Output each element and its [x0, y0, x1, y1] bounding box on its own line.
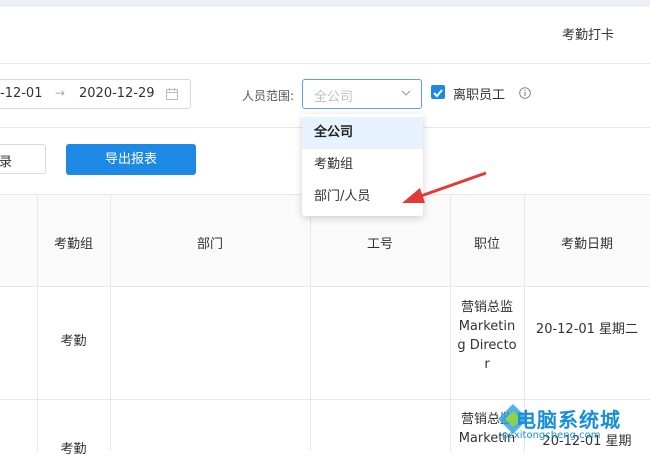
- export-report-button[interactable]: 导出报表: [66, 144, 196, 175]
- top-strip: [0, 0, 650, 7]
- date-end-value[interactable]: 2020-12-29: [79, 86, 155, 101]
- watermark: 电脑系统城 pcxitongcheng.com: [492, 396, 650, 450]
- cell-date: 20-12-01 星期二: [535, 322, 639, 337]
- column-header-id: 工号: [366, 237, 393, 252]
- scope-dropdown-menu: 全公司 考勤组 部门/人员: [302, 114, 423, 216]
- dropdown-option-dept-person[interactable]: 部门/人员: [302, 181, 423, 213]
- record-button[interactable]: 录: [0, 144, 46, 174]
- column-header-date: 考勤日期: [560, 237, 613, 252]
- cell-position: 营销总监 Marketing Director: [457, 300, 517, 372]
- info-icon[interactable]: [519, 87, 531, 99]
- date-range-picker[interactable]: -12-01 → 2020-12-29: [0, 79, 191, 109]
- check-icon: [433, 89, 443, 98]
- resigned-staff-label[interactable]: 离职员工: [453, 84, 505, 103]
- dropdown-option-attendance-group[interactable]: 考勤组: [302, 149, 423, 181]
- record-button-label: 录: [0, 155, 13, 170]
- column-header-position: 职位: [473, 237, 500, 252]
- tab-attendance-clockin[interactable]: 考勤打卡: [562, 24, 614, 43]
- resigned-staff-checkbox[interactable]: [431, 85, 445, 99]
- scope-select-value: 全公司: [314, 90, 354, 105]
- watermark-url: pcxitongcheng.com: [502, 430, 601, 441]
- date-separator-arrow: →: [55, 86, 66, 100]
- dropdown-option-company[interactable]: 全公司: [302, 117, 423, 149]
- column-header-dept: 部门: [196, 237, 223, 252]
- cell-group: 考勤: [60, 334, 87, 349]
- scope-label: 人员范围:: [242, 89, 295, 103]
- scope-select[interactable]: 全公司: [302, 79, 422, 109]
- calendar-icon[interactable]: [166, 88, 178, 100]
- chevron-down-icon: [401, 90, 411, 96]
- watermark-title: 电脑系统城: [516, 408, 621, 432]
- date-start-value[interactable]: -12-01: [0, 86, 42, 101]
- column-header-group: 考勤组: [53, 237, 93, 252]
- page-header: 考勤打卡: [0, 7, 650, 64]
